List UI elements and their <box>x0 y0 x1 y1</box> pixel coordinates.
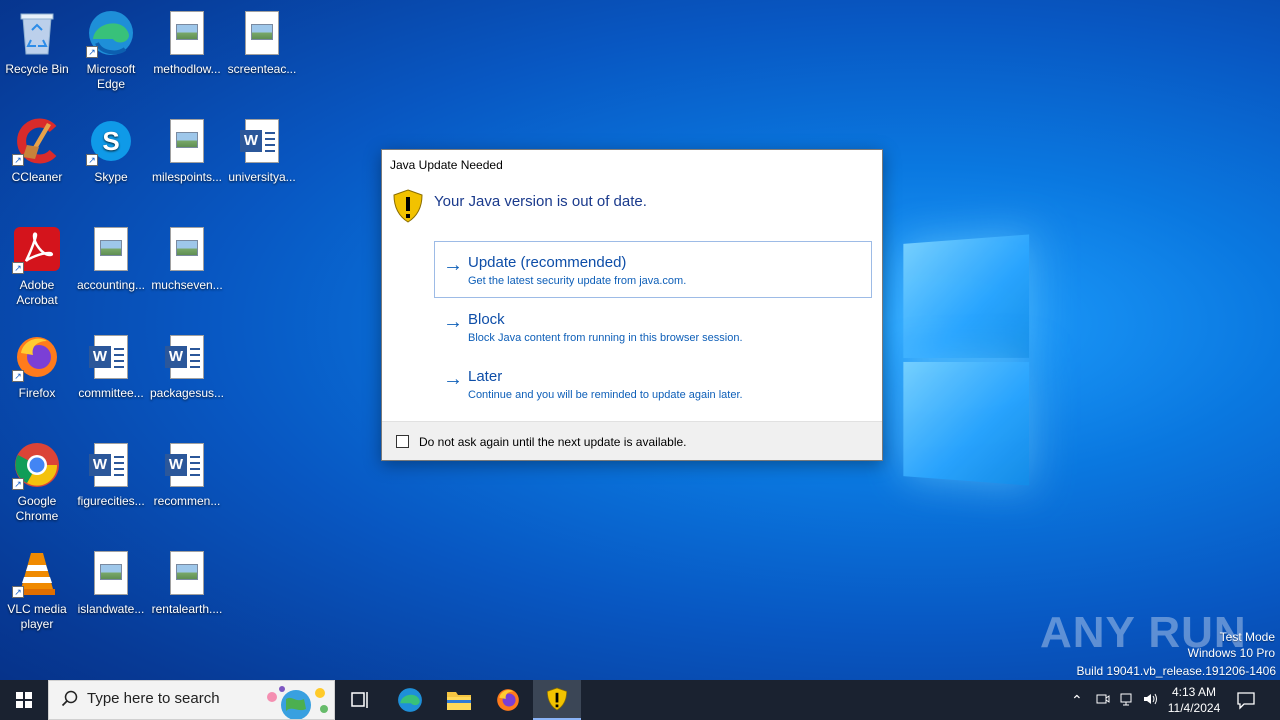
network-icon[interactable] <box>1120 692 1136 709</box>
dialog-heading: Your Java version is out of date. <box>434 193 647 210</box>
acrobat-icon: ↗ <box>12 224 62 274</box>
desktop-icon-file[interactable]: methodlow... <box>149 2 225 106</box>
image-file-icon <box>162 116 212 166</box>
desktop-icon-skype[interactable]: S ↗ Skype <box>73 110 149 214</box>
do-not-ask-checkbox[interactable] <box>396 435 409 448</box>
desktop-icon-recycle-bin[interactable]: Recycle Bin <box>0 2 75 106</box>
shortcut-arrow-icon: ↗ <box>86 46 98 58</box>
desktop-icon-file[interactable]: W packagesus... <box>149 326 225 430</box>
update-option-title: Update (recommended) <box>468 254 871 271</box>
task-view-button[interactable] <box>336 680 384 720</box>
ccleaner-icon: ↗ <box>12 116 62 166</box>
firefox-icon: ↗ <box>12 332 62 382</box>
shortcut-arrow-icon: ↗ <box>86 154 98 166</box>
image-file-icon <box>237 8 287 58</box>
word-doc-icon: W <box>237 116 287 166</box>
taskbar-file-explorer-button[interactable] <box>435 680 483 720</box>
image-file-icon <box>162 548 212 598</box>
chevron-up-icon[interactable]: ⌃ <box>1071 692 1083 709</box>
block-option-desc: Block Java content from running in this … <box>468 332 871 344</box>
notifications-button[interactable] <box>1236 690 1256 710</box>
block-option-title: Block <box>468 311 871 328</box>
shortcut-arrow-icon: ↗ <box>12 154 24 166</box>
desktop-icon-ccleaner[interactable]: ↗ CCleaner <box>0 110 75 214</box>
skype-icon: S ↗ <box>86 116 136 166</box>
volume-icon[interactable] <box>1143 692 1159 709</box>
desktop-icon-file[interactable]: screenteac... <box>224 2 300 106</box>
desktop-icon-microsoft-edge[interactable]: ↗ Microsoft Edge <box>73 2 149 106</box>
firefox-icon <box>495 687 521 713</box>
desktop-icon-file[interactable]: muchseven... <box>149 218 225 322</box>
desktop-icon-file[interactable]: milespoints... <box>149 110 225 214</box>
warning-shield-icon <box>392 189 424 223</box>
update-option-desc: Get the latest security update from java… <box>468 275 871 287</box>
shortcut-arrow-icon: ↗ <box>12 478 24 490</box>
taskbar-search-box[interactable] <box>48 680 335 720</box>
task-view-icon <box>350 691 370 709</box>
do-not-ask-label[interactable]: Do not ask again until the next update i… <box>419 435 687 449</box>
desktop-icon-vlc[interactable]: ↗ VLC media player <box>0 542 75 646</box>
windows-logo-icon <box>16 692 32 708</box>
arrow-right-icon: → <box>443 370 463 388</box>
later-option[interactable]: → Later Continue and you will be reminde… <box>434 355 872 412</box>
windows-edition-text: Windows 10 Pro <box>1188 646 1275 660</box>
arrow-right-icon: → <box>443 256 463 274</box>
word-doc-icon: W <box>162 332 212 382</box>
build-text: Build 19041.vb_release.191206-1406 <box>1077 664 1277 678</box>
taskbar-java-button[interactable] <box>533 680 581 720</box>
search-icon <box>61 690 79 708</box>
image-file-icon <box>162 224 212 274</box>
dialog-title: Java Update Needed <box>390 158 503 172</box>
clock-date: 11/4/2024 <box>1164 700 1224 716</box>
edge-icon: ↗ <box>86 8 136 58</box>
block-option[interactable]: → Block Block Java content from running … <box>434 298 872 355</box>
search-highlight-globe-icon <box>260 683 332 719</box>
clock[interactable]: 4:13 AM 11/4/2024 <box>1164 684 1224 716</box>
clock-time: 4:13 AM <box>1164 684 1224 700</box>
taskbar-edge-button[interactable] <box>386 680 434 720</box>
word-doc-icon: W <box>86 440 136 490</box>
image-file-icon <box>86 548 136 598</box>
recycle-bin-icon <box>12 8 62 58</box>
later-option-title: Later <box>468 368 871 385</box>
taskbar: ⌃ 4:13 AM 11/4/2024 <box>0 680 1280 720</box>
test-mode-text: Test Mode <box>1220 630 1275 644</box>
shortcut-arrow-icon: ↗ <box>12 586 24 598</box>
arrow-right-icon: → <box>443 313 463 331</box>
java-update-dialog: Java Update Needed Your Java version is … <box>381 149 883 461</box>
search-input[interactable] <box>87 690 267 707</box>
chrome-icon: ↗ <box>12 440 62 490</box>
action-center-icon <box>1236 690 1256 710</box>
dialog-footer: Do not ask again until the next update i… <box>382 421 882 460</box>
taskbar-firefox-button[interactable] <box>484 680 532 720</box>
desktop-icon-google-chrome[interactable]: ↗ Google Chrome <box>0 434 75 538</box>
wallpaper-windows-logo <box>885 234 1031 485</box>
desktop-icon-file[interactable]: W recommen... <box>149 434 225 538</box>
word-doc-icon: W <box>86 332 136 382</box>
image-file-icon <box>86 224 136 274</box>
vlc-icon: ↗ <box>12 548 62 598</box>
folder-icon <box>446 689 472 711</box>
desktop-icon-file[interactable]: accounting... <box>73 218 149 322</box>
desktop-icon-firefox[interactable]: ↗ Firefox <box>0 326 75 430</box>
word-doc-icon: W <box>162 440 212 490</box>
edge-icon <box>397 687 423 713</box>
svg-text:S: S <box>102 126 119 156</box>
shortcut-arrow-icon: ↗ <box>12 370 24 382</box>
desktop-icon-file[interactable]: rentalearth.... <box>149 542 225 646</box>
desktop-icon-file[interactable]: islandwate... <box>73 542 149 646</box>
desktop-icon-file[interactable]: W figurecities... <box>73 434 149 538</box>
desktop-icon-file[interactable]: W universitya... <box>224 110 300 214</box>
java-shield-icon <box>546 687 568 711</box>
image-file-icon <box>162 8 212 58</box>
start-button[interactable] <box>0 680 48 720</box>
meet-now-icon[interactable] <box>1096 692 1110 709</box>
update-option[interactable]: → Update (recommended) Get the latest se… <box>434 241 872 298</box>
desktop-icon-adobe-acrobat[interactable]: ↗ Adobe Acrobat <box>0 218 75 322</box>
shortcut-arrow-icon: ↗ <box>12 262 24 274</box>
desktop-icon-file[interactable]: W committee... <box>73 326 149 430</box>
later-option-desc: Continue and you will be reminded to upd… <box>468 389 871 401</box>
